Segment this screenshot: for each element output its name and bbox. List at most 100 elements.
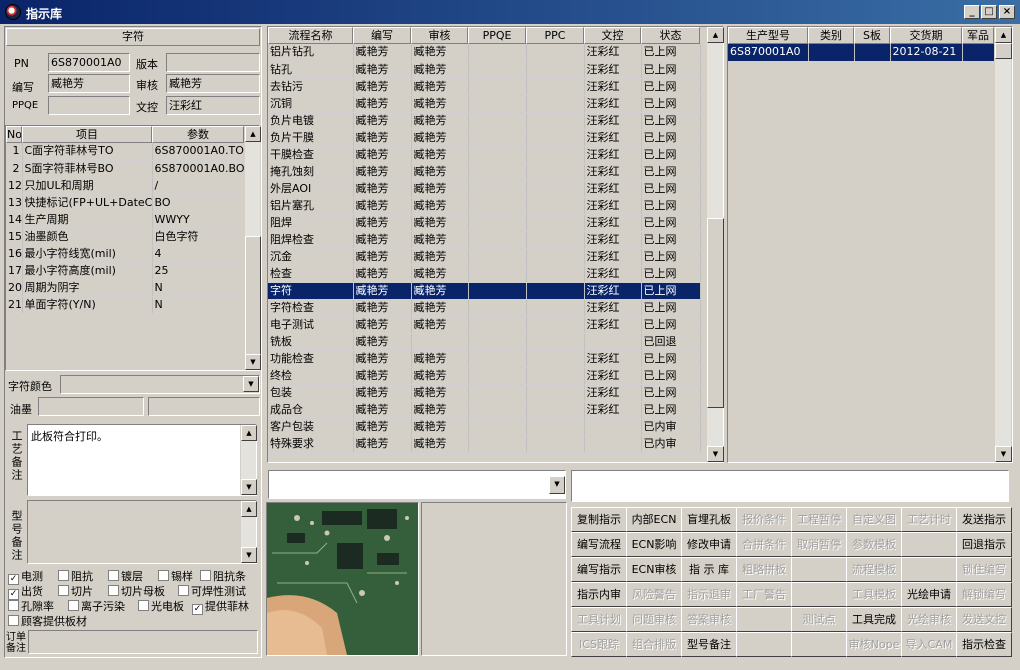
checkbox-icon[interactable]: [8, 615, 19, 626]
table-row[interactable]: 干膜检查 臧艳芳 臧艳芳 汪彩红 已上网: [268, 146, 701, 164]
action-button[interactable]: 自定义图: [846, 507, 902, 532]
flow-header-1[interactable]: 编写: [353, 27, 411, 44]
review-field[interactable]: 臧艳芳: [166, 74, 260, 93]
params-header-item[interactable]: 项目: [22, 126, 152, 143]
checkbox-item[interactable]: 阻抗: [58, 568, 93, 584]
checkbox-item[interactable]: 可焊性测试: [178, 583, 246, 599]
scroll-down-icon[interactable]: ▼: [995, 446, 1012, 462]
params-header-value[interactable]: 参数: [152, 126, 244, 143]
table-row[interactable]: 沉金 臧艳芳 臧艳芳 汪彩红 已上网: [268, 248, 701, 266]
action-button[interactable]: 解锁编写: [956, 582, 1012, 607]
action-button[interactable]: 工艺计时: [901, 507, 957, 532]
action-button[interactable]: [736, 632, 792, 657]
action-button[interactable]: 风险警告: [626, 582, 682, 607]
action-button[interactable]: 导入CAM: [901, 632, 957, 657]
action-button[interactable]: 取消暂停: [791, 532, 847, 557]
action-button[interactable]: [791, 557, 847, 582]
action-button[interactable]: 发送指示: [956, 507, 1012, 532]
action-button[interactable]: 型号备注: [681, 632, 737, 657]
ink-field-1[interactable]: [38, 397, 144, 416]
flow-header-6[interactable]: 状态: [641, 27, 700, 44]
table-row[interactable]: 特殊要求 臧艳芳 臧艳芳 已内审: [268, 435, 701, 453]
table-row[interactable]: 终检 臧艳芳 臧艳芳 汪彩红 已上网: [268, 367, 701, 385]
action-button[interactable]: [736, 607, 792, 632]
table-row[interactable]: 客户包装 臧艳芳 臧艳芳 已内审: [268, 418, 701, 436]
params-scrollbar[interactable]: ▲ ▼: [244, 126, 261, 370]
table-row[interactable]: 20 周期为阴字 N: [6, 279, 245, 297]
checkbox-icon[interactable]: ✓: [192, 604, 203, 615]
table-row[interactable]: 1 C面字符菲林号TO 6S870001A0.TO: [6, 143, 245, 161]
action-button[interactable]: 组合排版: [626, 632, 682, 657]
scroll-up-icon[interactable]: ▲: [241, 425, 257, 441]
table-row[interactable]: 负片电镀 臧艳芳 臧艳芳 汪彩红 已上网: [268, 112, 701, 130]
order-note-field[interactable]: [28, 630, 258, 654]
action-button[interactable]: 工厂警告: [736, 582, 792, 607]
table-row[interactable]: 16 最小字符线宽(mil) 4: [6, 245, 245, 263]
action-button[interactable]: 指 示 库: [681, 557, 737, 582]
table-row[interactable]: 成品仓 臧艳芳 臧艳芳 汪彩红 已上网: [268, 401, 701, 419]
checkbox-icon[interactable]: [108, 570, 119, 581]
table-row[interactable]: 负片干膜 臧艳芳 臧艳芳 汪彩红 已上网: [268, 129, 701, 147]
table-row[interactable]: 2 S面字符菲林号BO 6S870001A0.BO: [6, 160, 245, 178]
ink-field-2[interactable]: [148, 397, 260, 416]
action-button[interactable]: 流程模板: [846, 557, 902, 582]
flow-header-4[interactable]: PPC: [526, 27, 584, 44]
scroll-down-icon[interactable]: ▼: [241, 547, 257, 563]
model-note-scrollbar[interactable]: ▲ ▼: [240, 501, 257, 563]
scroll-up-icon[interactable]: ▲: [245, 126, 261, 142]
table-row[interactable]: 字符 臧艳芳 臧艳芳 汪彩红 已上网: [268, 282, 701, 300]
checkbox-icon[interactable]: [58, 570, 69, 581]
action-button[interactable]: 指示退审: [681, 582, 737, 607]
checkbox-item[interactable]: 光电板: [138, 598, 184, 614]
checkbox-icon[interactable]: [178, 585, 189, 596]
table-row[interactable]: 沉铜 臧艳芳 臧艳芳 汪彩红 已上网: [268, 95, 701, 113]
pn-field[interactable]: 6S870001A0: [48, 53, 130, 72]
version-field[interactable]: [166, 53, 260, 72]
table-row[interactable]: 去钻污 臧艳芳 臧艳芳 汪彩红 已上网: [268, 78, 701, 96]
action-button[interactable]: 光绘审核: [901, 607, 957, 632]
orders-header-1[interactable]: 类别: [808, 27, 854, 44]
scroll-up-icon[interactable]: ▲: [707, 27, 724, 43]
window-title-bar[interactable]: 指示库 _ □ ×: [0, 0, 1020, 24]
table-row[interactable]: 功能检查 臧艳芳 臧艳芳 汪彩红 已上网: [268, 350, 701, 368]
writer-field[interactable]: 臧艳芳: [48, 74, 130, 93]
scroll-down-icon[interactable]: ▼: [707, 446, 724, 462]
scroll-down-icon[interactable]: ▼: [241, 479, 257, 495]
table-row[interactable]: 铣板 臧艳芳 已回退: [268, 333, 701, 351]
action-button[interactable]: 盲埋孔板: [681, 507, 737, 532]
doc-control-field[interactable]: 汪彩红: [166, 96, 260, 115]
table-row[interactable]: 掩孔蚀刻 臧艳芳 臧艳芳 汪彩红 已上网: [268, 163, 701, 181]
checkbox-icon[interactable]: [138, 600, 149, 611]
action-button[interactable]: 报价条件: [736, 507, 792, 532]
action-button[interactable]: [791, 582, 847, 607]
table-row[interactable]: 阻焊检查 臧艳芳 臧艳芳 汪彩红 已上网: [268, 231, 701, 249]
chevron-down-icon[interactable]: ▼: [549, 476, 565, 494]
checkbox-item[interactable]: 离子污染: [68, 598, 125, 614]
minimize-button[interactable]: _: [964, 5, 980, 19]
char-color-select[interactable]: [60, 375, 260, 394]
table-row[interactable]: 字符检查 臧艳芳 臧艳芳 汪彩红 已上网: [268, 299, 701, 317]
checkbox-icon[interactable]: [8, 600, 19, 611]
scroll-up-icon[interactable]: ▲: [241, 501, 257, 517]
action-button[interactable]: 合拼条件: [736, 532, 792, 557]
action-button[interactable]: 指示检查: [956, 632, 1012, 657]
scroll-thumb[interactable]: [995, 43, 1012, 59]
checkbox-item[interactable]: 锡样: [158, 568, 193, 584]
process-note-scrollbar[interactable]: ▲ ▼: [240, 425, 257, 495]
table-row[interactable]: 13 快捷标记(FP+UL+DateCo BO: [6, 194, 245, 212]
flow-header-5[interactable]: 文控: [584, 27, 641, 44]
process-note-textarea[interactable]: 此板符合打印。 ▲ ▼: [27, 424, 257, 496]
scroll-down-icon[interactable]: ▼: [245, 354, 261, 370]
action-button[interactable]: ECN审核: [626, 557, 682, 582]
flow-table[interactable]: 流程名称 编写 审核 PPQE PPC 文控 状态 铝片钻孔 臧艳芳 臧艳芳 汪彩红 已上网 钻孔 臧艳…: [267, 26, 724, 463]
table-row[interactable]: 铝片塞孔 臧艳芳 臧艳芳 汪彩红 已上网: [268, 197, 701, 215]
action-button[interactable]: 测试点: [791, 607, 847, 632]
action-button[interactable]: [901, 557, 957, 582]
orders-header-2[interactable]: S板: [854, 27, 890, 44]
action-button[interactable]: 锁住编写: [956, 557, 1012, 582]
checkbox-icon[interactable]: [108, 585, 119, 596]
action-button[interactable]: ECN影响: [626, 532, 682, 557]
table-row[interactable]: 包装 臧艳芳 臧艳芳 汪彩红 已上网: [268, 384, 701, 402]
action-button[interactable]: 修改申请: [681, 532, 737, 557]
action-button[interactable]: 编写流程: [571, 532, 627, 557]
